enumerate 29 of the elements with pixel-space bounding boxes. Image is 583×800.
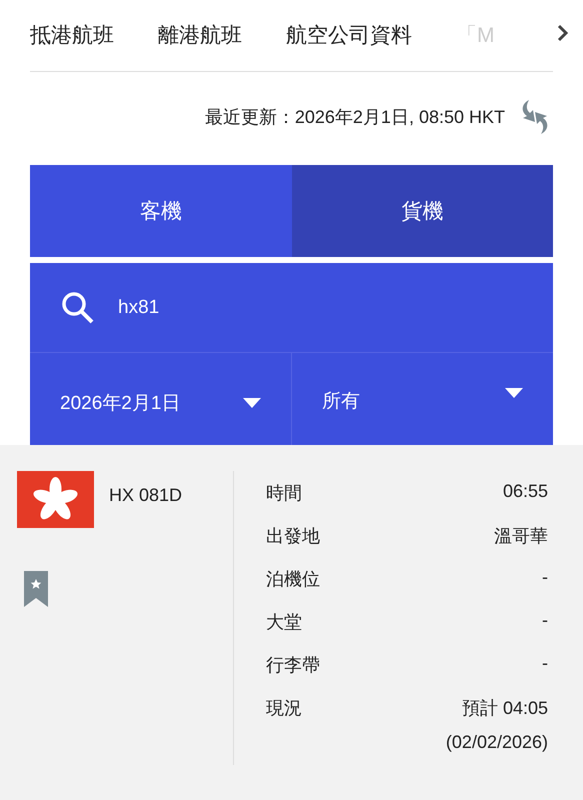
detail-value: - <box>542 610 548 631</box>
detail-label: 泊機位 <box>266 568 320 591</box>
detail-label: 大堂 <box>266 611 302 634</box>
nav-tab[interactable]: 航空公司資料 <box>286 16 412 56</box>
nav-tab[interactable]: 抵港航班 <box>30 16 114 56</box>
nav-tab[interactable]: 離港航班 <box>158 16 242 56</box>
flight-number: HX 081D <box>109 484 182 507</box>
detail-value: 溫哥華 <box>494 525 548 548</box>
detail-value: 預計 04:05 <box>462 697 548 720</box>
chevron-right-icon[interactable] <box>557 24 569 42</box>
dropdown-arrow-icon <box>243 398 261 408</box>
dropdown-arrow-icon <box>505 388 523 398</box>
search-field[interactable]: hx81 <box>116 296 420 320</box>
search-icon <box>60 290 96 326</box>
detail-label: 行李帶 <box>266 654 320 677</box>
detail-value: - <box>542 567 548 588</box>
flight-type-tab[interactable]: 客機 <box>30 165 292 257</box>
detail-value: - <box>542 653 548 674</box>
filter-dropdown[interactable]: 所有 <box>292 353 553 445</box>
flight-type-tab[interactable]: 貨機 <box>292 165 553 257</box>
detail-note: (02/02/2026) <box>446 732 548 753</box>
filter-dropdown[interactable]: 2026年2月1日 <box>30 353 292 445</box>
detail-label: 出發地 <box>266 525 320 548</box>
flag-icon <box>17 471 94 528</box>
detail-value: 06:55 <box>502 481 548 502</box>
detail-label: 時間 <box>266 482 302 505</box>
last-updated-text: 最近更新：2026年2月1日, 08:50 HKT <box>204 106 505 129</box>
detail-label: 現況 <box>266 697 302 720</box>
bookmark-icon[interactable] <box>24 571 48 607</box>
